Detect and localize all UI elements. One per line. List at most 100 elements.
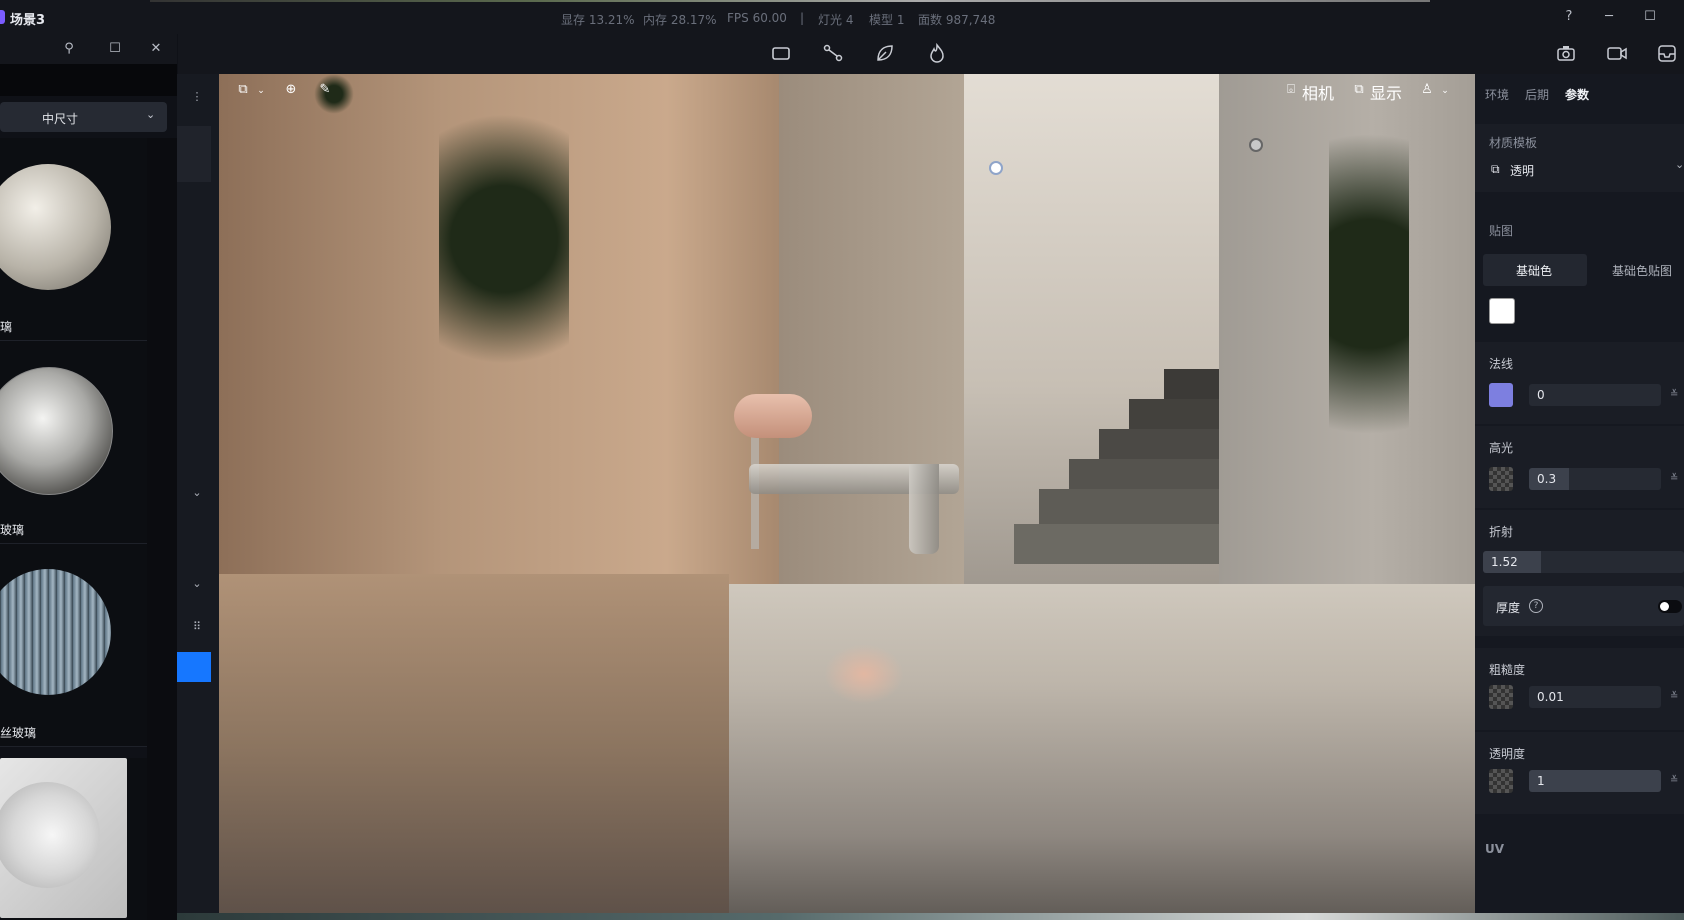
camera-icon[interactable] <box>1555 42 1581 66</box>
library-item-label: 玻璃 <box>0 523 25 537</box>
collapse-icon[interactable]: ⌄ <box>186 577 208 597</box>
scene-title: 场景3 <box>10 13 46 28</box>
slider-settings-icon[interactable]: ≚ <box>1670 691 1684 703</box>
stair-step <box>1039 489 1219 524</box>
3d-viewport[interactable] <box>219 74 1475 920</box>
tab-post[interactable]: 后期 <box>1525 86 1549 103</box>
thickness-label: 厚度 <box>1496 601 1521 615</box>
chevron-down-icon[interactable]: ⌄ <box>1675 158 1684 171</box>
refraction-input[interactable]: 1.52 <box>1483 551 1684 573</box>
stat-separator: | <box>800 11 805 25</box>
app-indicator <box>0 10 5 24</box>
close-icon[interactable]: ✕ <box>145 40 167 58</box>
tab-base-color-map[interactable]: 基础色贴图 <box>1612 262 1672 279</box>
help-icon[interactable]: ? <box>1558 8 1580 26</box>
normal-label: 法线 <box>1489 357 1514 371</box>
slider-settings-icon[interactable]: ≚ <box>1670 473 1684 485</box>
library-item[interactable]: 丝玻璃 <box>0 544 147 747</box>
stat-models: 模型 1 <box>869 13 905 27</box>
panel-maximize-icon[interactable]: ☐ <box>104 40 126 58</box>
specular-input[interactable]: 0.3 <box>1529 468 1661 490</box>
specular-map-swatch[interactable] <box>1489 467 1513 491</box>
stair-step <box>1164 369 1219 399</box>
base-color-swatch[interactable] <box>1489 298 1515 324</box>
refraction-label: 折射 <box>1489 525 1514 539</box>
material-template-value[interactable]: 透明 <box>1510 162 1534 179</box>
grid-icon[interactable]: ⠿ <box>186 620 208 640</box>
minimize-icon[interactable]: ─ <box>1598 8 1620 26</box>
opacity-label: 透明度 <box>1489 747 1526 761</box>
stair-step <box>1099 429 1219 459</box>
rail-panel-slot[interactable] <box>177 126 211 182</box>
uv-label: UV <box>1485 842 1505 856</box>
stat-memory: 内存 28.17% <box>643 13 717 27</box>
maximize-icon[interactable]: ☐ <box>1639 8 1661 26</box>
light-gizmo[interactable] <box>989 161 1003 175</box>
chair-reflection <box>824 644 904 704</box>
stair-step <box>1069 459 1219 489</box>
reflection-pool <box>219 574 729 920</box>
display-icon[interactable]: ⧉ <box>1348 82 1370 102</box>
video-icon[interactable] <box>1606 42 1632 66</box>
material-thumbnail <box>0 758 127 918</box>
collapse-icon[interactable]: ⌄ <box>186 486 208 506</box>
chair-leg <box>909 464 939 554</box>
chevron-down-icon[interactable]: ⌄ <box>1434 86 1456 106</box>
material-thumbnail <box>0 569 111 695</box>
bottom-strip <box>177 913 1684 920</box>
library-search-strip <box>0 64 177 96</box>
leaf-icon[interactable] <box>874 42 900 66</box>
opacity-input[interactable]: 1 <box>1529 770 1661 792</box>
slider-settings-icon[interactable]: ≚ <box>1670 389 1684 401</box>
help-icon[interactable]: ? <box>1529 599 1543 613</box>
stair-step <box>1014 524 1219 564</box>
slider-settings-icon[interactable]: ≚ <box>1670 775 1684 787</box>
bone-icon[interactable] <box>822 42 848 66</box>
library-item[interactable]: 玻璃 <box>0 341 147 544</box>
stat-fps: FPS 60.00 <box>727 11 787 25</box>
top-strip <box>150 0 1430 2</box>
normal-input[interactable]: 0 <box>1529 384 1661 406</box>
more-vertical-icon[interactable]: ⋮ <box>186 90 208 110</box>
library-scrollbar[interactable] <box>147 138 177 920</box>
display-button[interactable]: 显示 <box>1370 80 1402 103</box>
library-item[interactable]: 璃 <box>0 138 147 341</box>
light-gizmo[interactable] <box>1249 138 1263 152</box>
inbox-icon[interactable] <box>1656 42 1682 66</box>
library-item[interactable] <box>0 758 147 920</box>
hanging-plant <box>439 74 569 404</box>
material-thumbnail <box>0 164 111 290</box>
normal-swatch[interactable] <box>1489 383 1513 407</box>
active-rail-button[interactable] <box>177 652 211 682</box>
size-select-label: 中尺寸 <box>42 112 79 126</box>
thickness-toggle[interactable] <box>1658 600 1682 613</box>
globe-icon[interactable]: ⊕ <box>280 82 302 102</box>
library-item-label: 丝玻璃 <box>0 726 37 740</box>
rectangle-icon[interactable] <box>770 42 796 66</box>
stat-lights: 灯光 4 <box>818 13 854 27</box>
tab-base-color[interactable]: 基础色 <box>1516 262 1552 279</box>
hanging-plant <box>1329 74 1409 494</box>
chevron-down-icon[interactable]: ⌄ <box>250 86 272 106</box>
camera-button[interactable]: 相机 <box>1302 80 1334 103</box>
pin-icon[interactable]: ⚲ <box>58 40 80 58</box>
material-template-label: 材质模板 <box>1489 136 1538 150</box>
pen-tool-icon[interactable]: ✎ <box>314 82 336 102</box>
stair-step <box>1129 399 1219 429</box>
roughness-map-swatch[interactable] <box>1489 685 1513 709</box>
copy-icon: ⧉ <box>1491 162 1500 176</box>
maps-label: 贴图 <box>1489 224 1514 238</box>
stat-vram: 显存 13.21% <box>561 13 635 27</box>
stat-faces: 面数 987,748 <box>918 13 996 27</box>
roughness-input[interactable]: 0.01 <box>1529 686 1661 708</box>
size-select[interactable] <box>0 102 167 132</box>
tab-parameters[interactable]: 参数 <box>1565 86 1589 103</box>
opacity-map-swatch[interactable] <box>1489 769 1513 793</box>
specular-label: 高光 <box>1489 441 1514 455</box>
tab-environment[interactable]: 环境 <box>1485 86 1509 103</box>
material-thumbnail <box>0 367 113 495</box>
library-item-label: 璃 <box>0 320 13 334</box>
camera-frame-icon[interactable]: ⌻ <box>1280 82 1302 102</box>
chair-backrest <box>734 394 812 438</box>
fire-icon[interactable] <box>926 42 952 66</box>
